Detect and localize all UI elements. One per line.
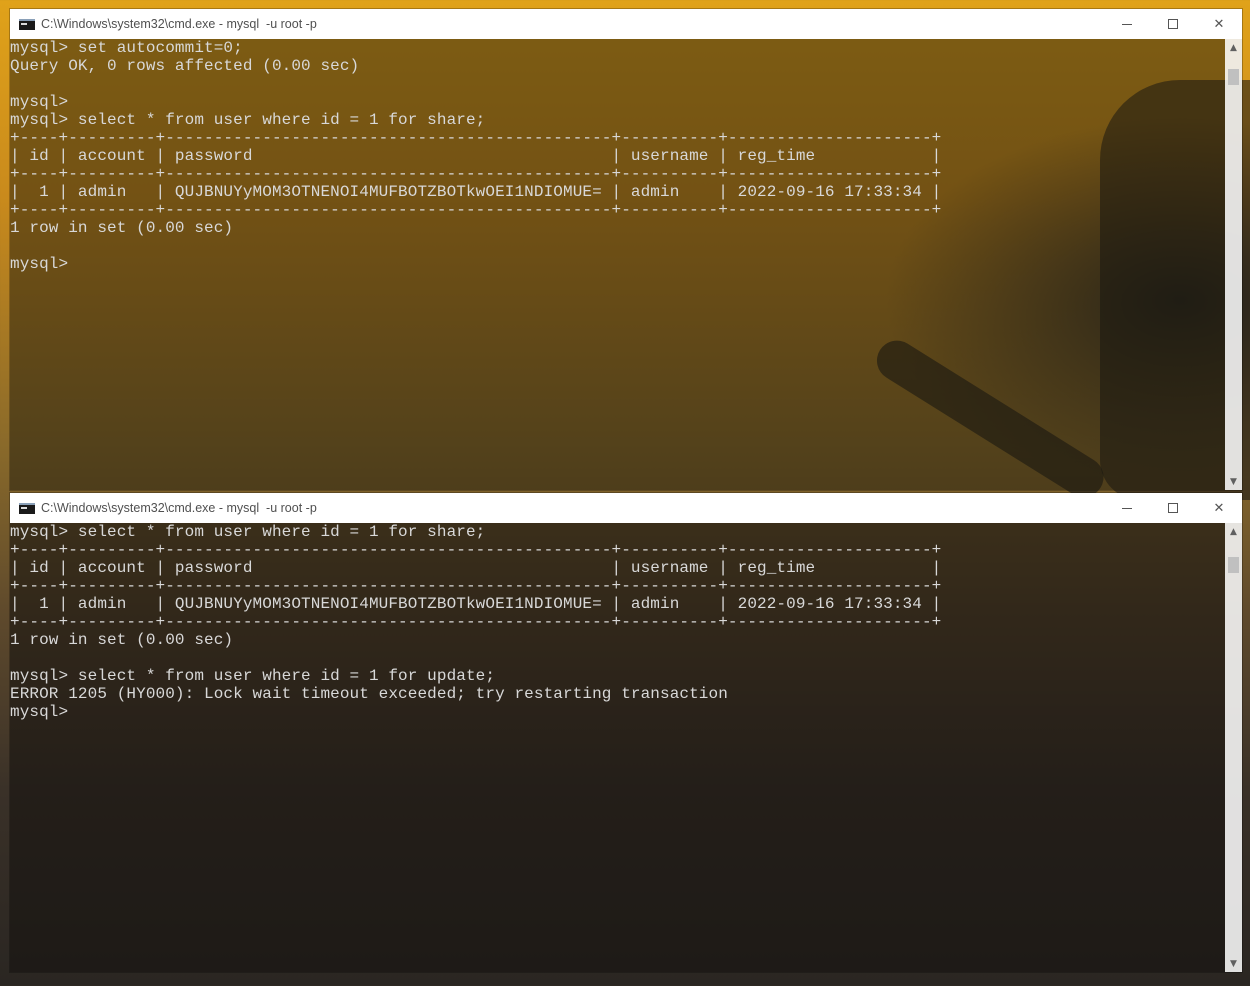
close-button[interactable]: ✕ [1196, 493, 1242, 523]
scroll-up-icon[interactable]: ▲ [1225, 39, 1242, 56]
console-line: mysql> [10, 703, 69, 721]
scroll-down-icon[interactable]: ▼ [1225, 955, 1242, 972]
close-icon: ✕ [1213, 500, 1225, 516]
console-line: +----+---------+------------------------… [10, 541, 942, 559]
vertical-scrollbar[interactable]: ▲ ▼ [1225, 39, 1242, 490]
console-line: mysql> set autocommit=0; [10, 39, 243, 57]
maximize-button[interactable] [1150, 493, 1196, 523]
vertical-scrollbar[interactable]: ▲ ▼ [1225, 523, 1242, 972]
scroll-down-icon[interactable]: ▼ [1225, 473, 1242, 490]
title-bar[interactable]: C:\Windows\system32\cmd.exe - mysql -u r… [10, 9, 1242, 39]
console-output[interactable]: mysql> set autocommit=0; Query OK, 0 rows… [10, 39, 1225, 490]
maximize-button[interactable] [1150, 9, 1196, 39]
maximize-icon [1168, 19, 1178, 29]
window-controls: ✕ [1104, 9, 1242, 39]
cmd-icon [19, 18, 35, 30]
console-line: +----+---------+------------------------… [10, 201, 942, 219]
console-line: +----+---------+------------------------… [10, 577, 942, 595]
minimize-button[interactable] [1104, 9, 1150, 39]
console-line: +----+---------+------------------------… [10, 129, 942, 147]
window-title: C:\Windows\system32\cmd.exe - mysql -u r… [41, 501, 317, 515]
cmd-icon [19, 502, 35, 514]
window-controls: ✕ [1104, 493, 1242, 523]
minimize-icon [1122, 23, 1132, 25]
console-line: mysql> select * from user where id = 1 f… [10, 111, 486, 129]
console-line: +----+---------+------------------------… [10, 165, 942, 183]
console-line: | 1 | admin | QUJBNUYyMOM3OTNENOI4MUFBOT… [10, 595, 942, 613]
console-lines: mysql> select * from user where id = 1 f… [10, 523, 1225, 721]
console-line: 1 row in set (0.00 sec) [10, 631, 234, 649]
scroll-up-icon[interactable]: ▲ [1225, 523, 1242, 540]
scroll-thumb[interactable] [1228, 69, 1239, 85]
console-line: mysql> select * from user where id = 1 f… [10, 667, 496, 685]
minimize-button[interactable] [1104, 493, 1150, 523]
window-title: C:\Windows\system32\cmd.exe - mysql -u r… [41, 17, 317, 31]
close-icon: ✕ [1213, 16, 1225, 32]
minimize-icon [1122, 507, 1132, 509]
console-line: 1 row in set (0.00 sec) [10, 219, 234, 237]
scroll-thumb[interactable] [1228, 557, 1239, 573]
console-line: | id | account | password | username | r… [10, 147, 942, 165]
console-lines: mysql> set autocommit=0; Query OK, 0 rows… [10, 39, 1225, 273]
maximize-icon [1168, 503, 1178, 513]
console-window-bottom[interactable]: C:\Windows\system32\cmd.exe - mysql -u r… [10, 493, 1242, 972]
console-line: Query OK, 0 rows affected (0.00 sec) [10, 57, 360, 75]
close-button[interactable]: ✕ [1196, 9, 1242, 39]
console-line: | 1 | admin | QUJBNUYyMOM3OTNENOI4MUFBOT… [10, 183, 942, 201]
console-window-top[interactable]: C:\Windows\system32\cmd.exe - mysql -u r… [10, 9, 1242, 490]
console-line: mysql> select * from user where id = 1 f… [10, 523, 486, 541]
console-line: mysql> [10, 255, 69, 273]
title-bar[interactable]: C:\Windows\system32\cmd.exe - mysql -u r… [10, 493, 1242, 523]
console-line: +----+---------+------------------------… [10, 613, 942, 631]
console-line: | id | account | password | username | r… [10, 559, 942, 577]
console-output[interactable]: mysql> select * from user where id = 1 f… [10, 523, 1225, 972]
console-line: mysql> [10, 93, 69, 111]
console-line: ERROR 1205 (HY000): Lock wait timeout ex… [10, 685, 728, 703]
